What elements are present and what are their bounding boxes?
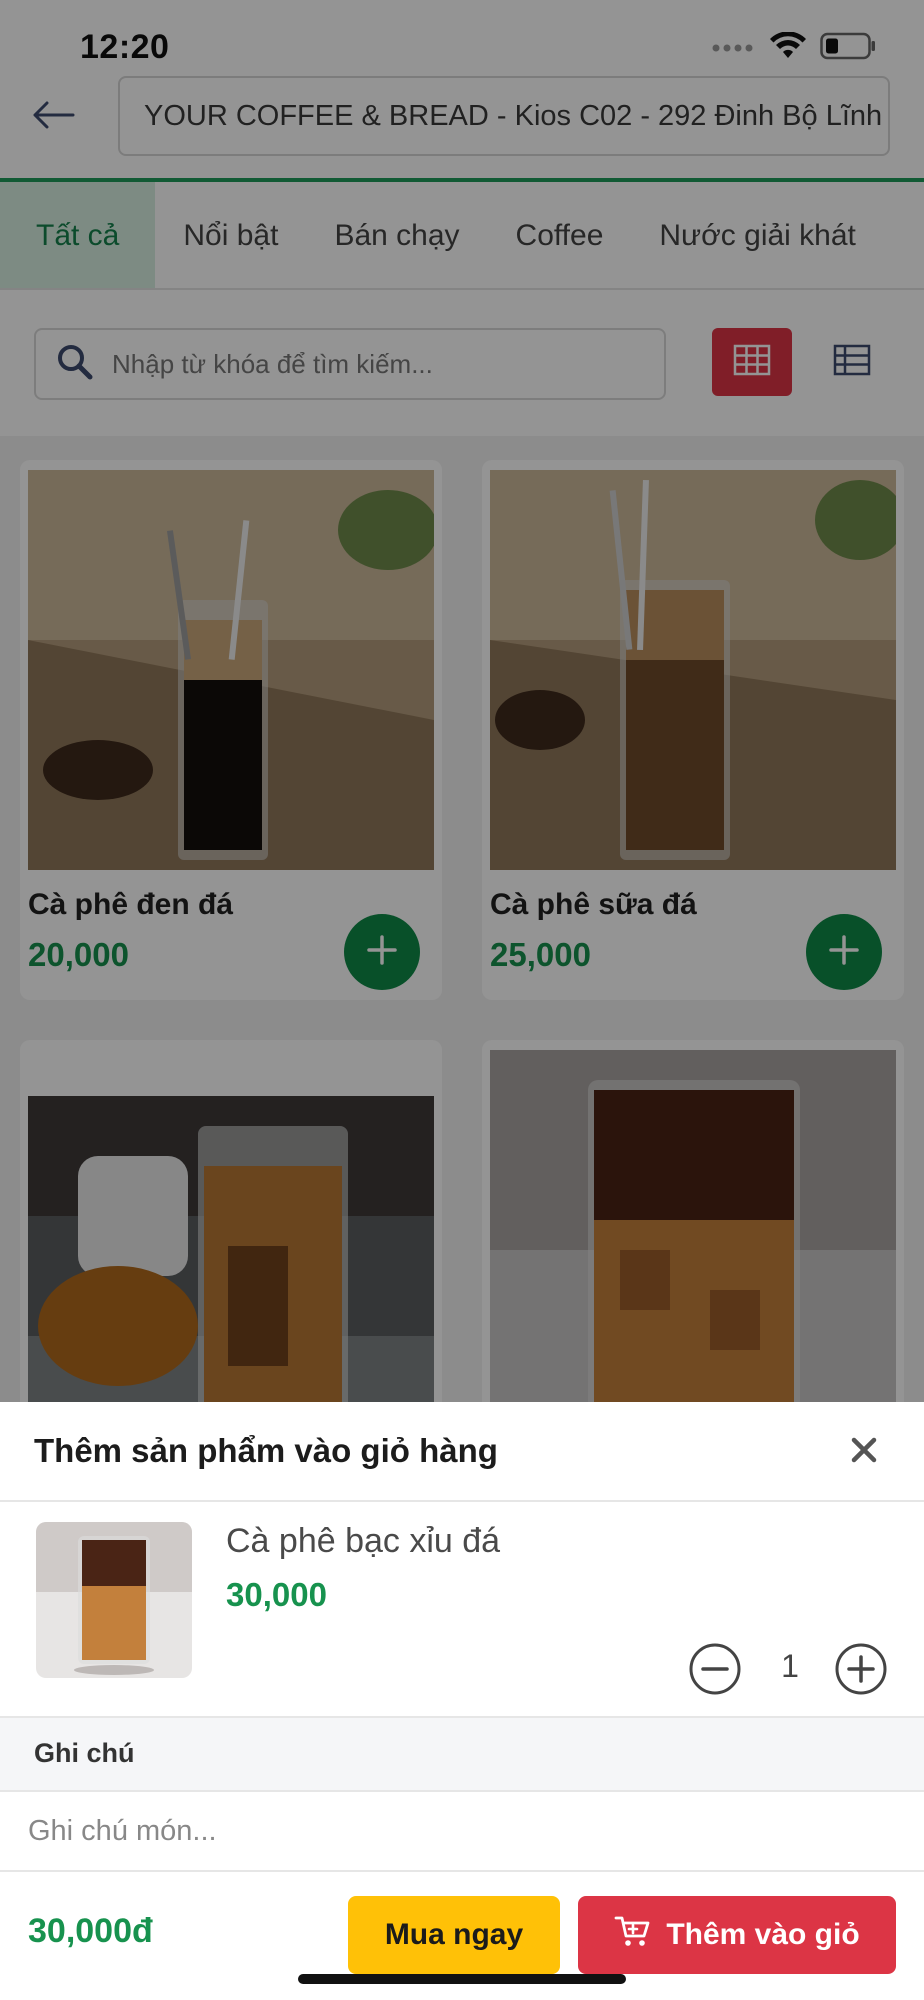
sheet-title: Thêm sản phẩm vào giỏ hàng: [34, 1432, 498, 1469]
product-name: Cà phê bạc xỉu đá: [226, 1522, 501, 1560]
home-indicator: [298, 1974, 626, 1984]
buy-now-button[interactable]: Mua ngay: [348, 1896, 560, 1974]
sheet-header: Thêm sản phẩm vào giỏ hàng: [0, 1402, 924, 1502]
quantity-value: 1: [781, 1648, 799, 1684]
note-label: Ghi chú: [34, 1738, 135, 1768]
total-price: 30,000đ: [28, 1912, 153, 1950]
add-to-cart-button[interactable]: Thêm vào giỏ: [578, 1896, 896, 1974]
product-thumbnail: [36, 1522, 192, 1678]
note-section-header: Ghi chú: [0, 1718, 924, 1792]
cart-icon: [614, 1914, 650, 1956]
add-to-cart-sheet: Thêm sản phẩm vào giỏ hàng Cà phê bạc xỉ…: [0, 1402, 924, 2000]
close-icon: [850, 1436, 878, 1469]
note-input[interactable]: [0, 1792, 924, 1872]
minus-circle-icon: [688, 1643, 742, 1700]
close-button[interactable]: [844, 1432, 884, 1472]
selected-product: Cà phê bạc xỉu đá 30,000 1: [0, 1502, 924, 1718]
decrease-quantity-button[interactable]: [688, 1642, 742, 1696]
add-to-cart-label: Thêm vào giỏ: [666, 1918, 860, 1951]
product-price: 30,000: [226, 1576, 327, 1613]
buy-now-label: Mua ngay: [384, 1918, 524, 1951]
increase-quantity-button[interactable]: [834, 1642, 888, 1696]
plus-circle-icon: [834, 1643, 888, 1700]
